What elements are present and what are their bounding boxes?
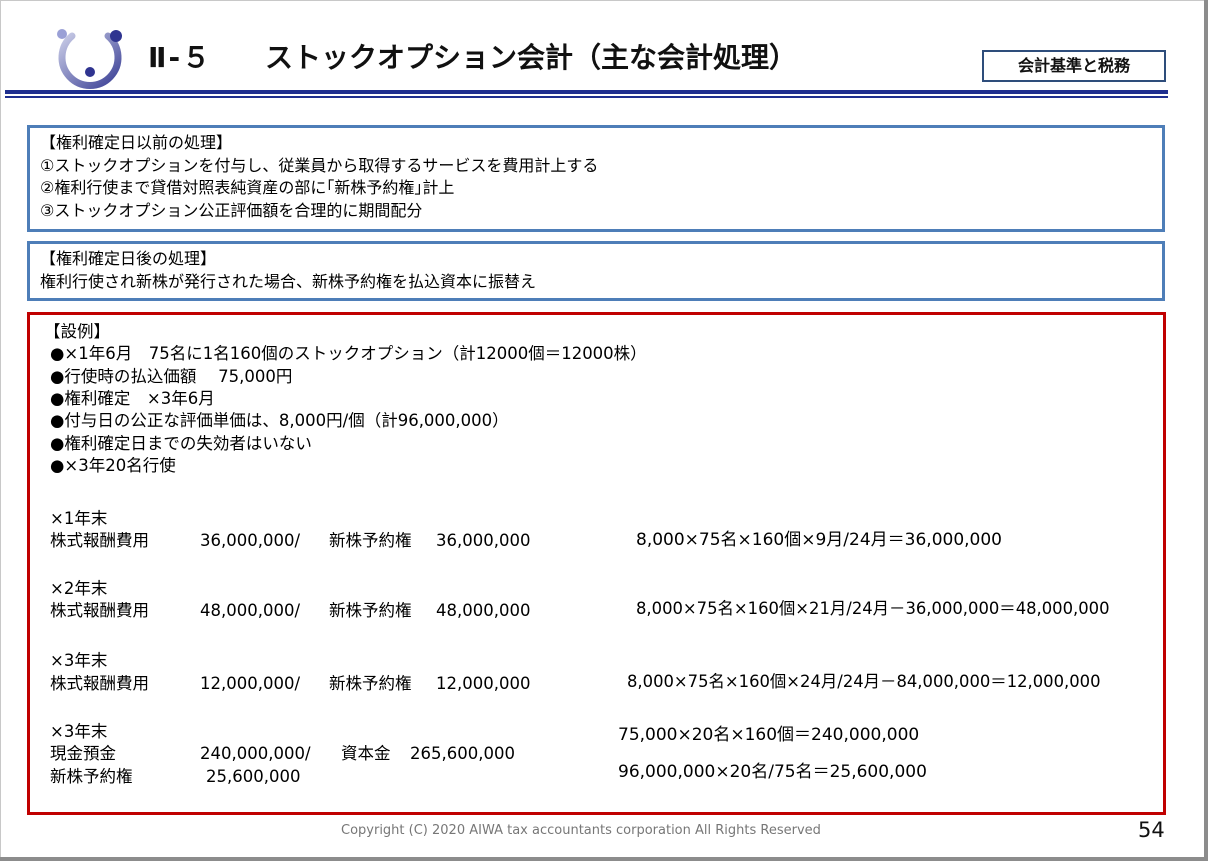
entry-1-period: ×1年末	[50, 509, 108, 528]
before-vesting-line-3: ③ストックオプション公正評価額を合理的に期間配分	[40, 200, 423, 220]
entry-1-debit: 株式報酬費用	[50, 531, 149, 550]
header-rule-thick	[5, 90, 1168, 94]
before-vesting-line-2: ②権利行使まで貸借対照表純資産の部に｢新株予約権｣計上	[40, 178, 455, 197]
example-bullet-1: ●×1年6月 75名に1名160個のストックオプション（計12000個＝1200…	[50, 344, 647, 363]
entry-3-debit-amount: 12,000,000/	[200, 674, 301, 693]
example-bullet-2: ●行使時の払込価額 75,000円	[50, 367, 293, 386]
entry-3-credit-amount: 12,000,000	[436, 674, 531, 693]
final-debit-1: 現金預金	[50, 744, 116, 763]
entry-3-credit: 新株予約権	[329, 674, 412, 693]
category-tag: 会計基準と税務	[982, 50, 1166, 82]
final-debit-1-amount: 240,000,000/	[200, 744, 311, 763]
entry-2-credit-amount: 48,000,000	[436, 601, 531, 620]
page-title: ストックオプション会計（主な会計処理）	[265, 41, 798, 74]
entry-2-period: ×2年末	[50, 579, 108, 598]
entry-2-debit-amount: 48,000,000/	[200, 601, 301, 620]
entry-1-credit: 新株予約権	[329, 531, 412, 550]
example-heading: 【設例】	[44, 322, 110, 341]
entry-2-calc: 8,000×75名×160個×21月/24月－36,000,000＝48,000…	[636, 599, 1110, 618]
example-bullet-5: ●権利確定日までの失効者はいない	[50, 434, 312, 453]
section-number: Ⅱ-５	[148, 41, 213, 74]
example-bullet-6: ●×3年20名行使	[50, 456, 176, 475]
company-logo-icon	[57, 29, 122, 89]
after-vesting-line-1: 権利行使され新株が発行された場合、新株予約権を払込資本に振替え	[40, 271, 537, 291]
final-debit-2: 新株予約権	[50, 767, 133, 786]
after-vesting-box: 【権利確定日後の処理】 権利行使され新株が発行された場合、新株予約権を払込資本に…	[27, 241, 1165, 301]
entry-1-debit-amount: 36,000,000/	[200, 531, 301, 550]
page-number: 54	[1138, 818, 1165, 842]
entry-2-credit: 新株予約権	[329, 601, 412, 620]
final-credit: 資本金	[341, 744, 391, 763]
copyright-notice: Copyright (C) 2020 AIWA tax accountants …	[341, 823, 821, 838]
entry-1-calc: 8,000×75名×160個×9月/24月＝36,000,000	[636, 530, 1002, 550]
final-credit-amount: 265,600,000	[410, 744, 515, 763]
final-period: ×3年末	[50, 722, 108, 741]
example-bullet-4: ●付与日の公正な評価単価は、8,000円/個（計96,000,000）	[50, 411, 509, 430]
entry-2-debit: 株式報酬費用	[50, 601, 149, 620]
example-bullet-3: ●権利確定 ×3年6月	[50, 389, 215, 408]
before-vesting-heading: 【権利確定日以前の処理】	[40, 133, 233, 152]
entry-3-debit: 株式報酬費用	[50, 674, 149, 693]
final-calc-1: 75,000×20名×160個＝240,000,000	[618, 725, 920, 745]
entry-3-period: ×3年末	[50, 651, 108, 670]
entry-3-calc: 8,000×75名×160個×24月/24月－84,000,000＝12,000…	[627, 672, 1101, 691]
after-vesting-heading: 【権利確定日後の処理】	[40, 249, 217, 268]
before-vesting-line-1: ①ストックオプションを付与し、従業員から取得するサービスを費用計上する	[40, 155, 599, 175]
entry-1-credit-amount: 36,000,000	[436, 531, 531, 550]
final-calc-2: 96,000,000×20名/75名＝25,600,000	[618, 762, 927, 782]
header-rule-thin	[5, 96, 1168, 98]
before-vesting-box: 【権利確定日以前の処理】 ①ストックオプションを付与し、従業員から取得するサービ…	[27, 125, 1165, 232]
final-debit-2-amount: 25,600,000	[206, 767, 301, 786]
